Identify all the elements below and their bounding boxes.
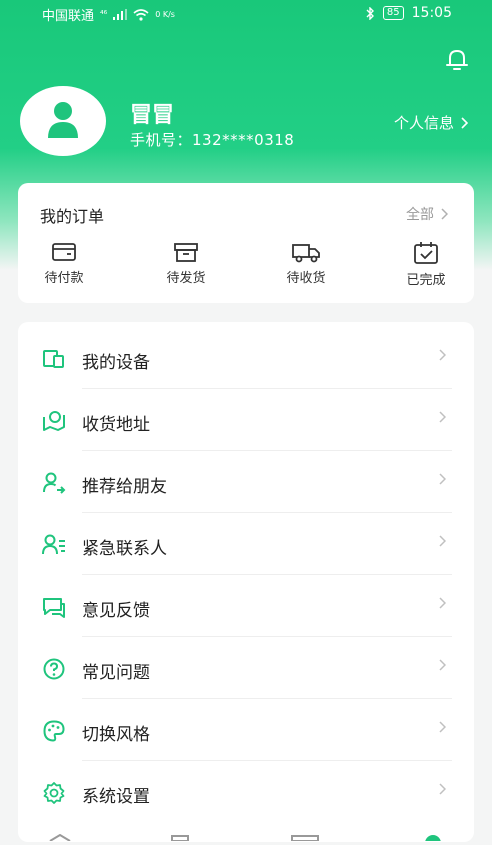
orders-title: 我的订单 [40, 207, 105, 226]
contact-list-icon [42, 534, 65, 555]
user-name: 冒冒 [130, 103, 175, 128]
order-pending-payment[interactable]: 待付款 [24, 241, 104, 286]
order-label: 待付款 [44, 271, 84, 286]
menu-item-label: 常见问题 [82, 663, 150, 683]
user-avatar-icon [48, 102, 78, 138]
phone-number: 132****0318 [192, 131, 295, 149]
phone-label: 手机号： [130, 131, 193, 149]
wifi-icon [133, 8, 149, 21]
menu-item-switch-theme[interactable]: 切换风格 [18, 699, 474, 761]
palette-icon [43, 720, 65, 742]
carrier-label: 中国联通 [42, 9, 95, 24]
network-type: ⁴⁶ [100, 9, 108, 20]
gear-icon [43, 782, 65, 804]
personal-info-label: 个人信息 [393, 114, 454, 132]
chevron-right-icon [441, 208, 448, 220]
order-label: 待收货 [286, 271, 326, 286]
orders-all-link[interactable]: 全部 [406, 204, 448, 224]
truck-icon [292, 244, 320, 263]
chevron-right-icon [439, 597, 446, 609]
chevron-right-icon [439, 721, 446, 733]
chevron-right-icon [439, 659, 446, 671]
menu-item-emergency-contact[interactable]: 紧急联系人 [18, 513, 474, 575]
menu-item-label: 系统设置 [82, 787, 150, 807]
device-icon [43, 350, 64, 368]
feedback-icon [43, 598, 65, 618]
menu-item-label: 意见反馈 [82, 601, 150, 621]
bluetooth-icon [366, 6, 374, 20]
menu-item-shipping-address[interactable]: 收货地址 [18, 389, 474, 451]
signal-icon [113, 9, 128, 20]
menu-item-system-settings[interactable]: 系统设置 [18, 761, 474, 823]
menu-card: 我的设备 收货地址 推荐给朋友 紧急联系人 意见反馈 常见问题 切换风格 系统设… [18, 322, 474, 842]
share-user-icon [43, 472, 66, 494]
menu-item-my-devices[interactable]: 我的设备 [18, 327, 474, 389]
battery-indicator: 85 [382, 6, 404, 20]
personal-info-link[interactable]: 个人信息 [394, 112, 468, 133]
order-completed[interactable]: 已完成 [386, 241, 466, 288]
bottom-tab-bar-peek [0, 826, 492, 845]
chevron-right-icon [439, 411, 446, 423]
status-left: 中国联通 ⁴⁶ 0 K/s [42, 5, 175, 24]
chevron-right-icon [461, 116, 468, 129]
menu-item-feedback[interactable]: 意见反馈 [18, 575, 474, 637]
menu-item-label: 收货地址 [82, 415, 150, 435]
orders-card: 我的订单 全部 待付款 待发货 待收货 已完成 [18, 183, 474, 303]
user-phone: 手机号：132****0318 [130, 129, 294, 150]
wallet-icon [52, 243, 76, 261]
notification-bell-icon[interactable] [442, 45, 472, 75]
menu-item-label: 紧急联系人 [82, 539, 167, 559]
order-pending-shipment[interactable]: 待发货 [146, 241, 226, 286]
calendar-check-icon [414, 242, 438, 264]
avatar[interactable] [20, 86, 106, 156]
menu-item-label: 切换风格 [82, 725, 150, 745]
chevron-right-icon [439, 473, 446, 485]
box-icon [174, 243, 198, 262]
menu-item-faq[interactable]: 常见问题 [18, 637, 474, 699]
network-speed: 0 K/s [155, 10, 175, 19]
status-bar: 中国联通 ⁴⁶ 0 K/s 85 15:05 [0, 0, 492, 26]
chevron-right-icon [439, 349, 446, 361]
chevron-right-icon [439, 535, 446, 547]
order-label: 已完成 [406, 273, 446, 288]
orders-all-label: 全部 [406, 207, 434, 223]
menu-item-label: 我的设备 [82, 353, 150, 373]
map-pin-icon [43, 411, 65, 431]
menu-item-label: 推荐给朋友 [82, 477, 167, 497]
order-label: 待发货 [166, 271, 206, 286]
clock: 15:05 [411, 5, 452, 21]
status-right: 85 15:05 [366, 5, 452, 21]
question-icon [43, 658, 65, 680]
menu-item-recommend-friend[interactable]: 推荐给朋友 [18, 451, 474, 513]
order-pending-receipt[interactable]: 待收货 [266, 241, 346, 286]
chevron-right-icon [439, 783, 446, 795]
